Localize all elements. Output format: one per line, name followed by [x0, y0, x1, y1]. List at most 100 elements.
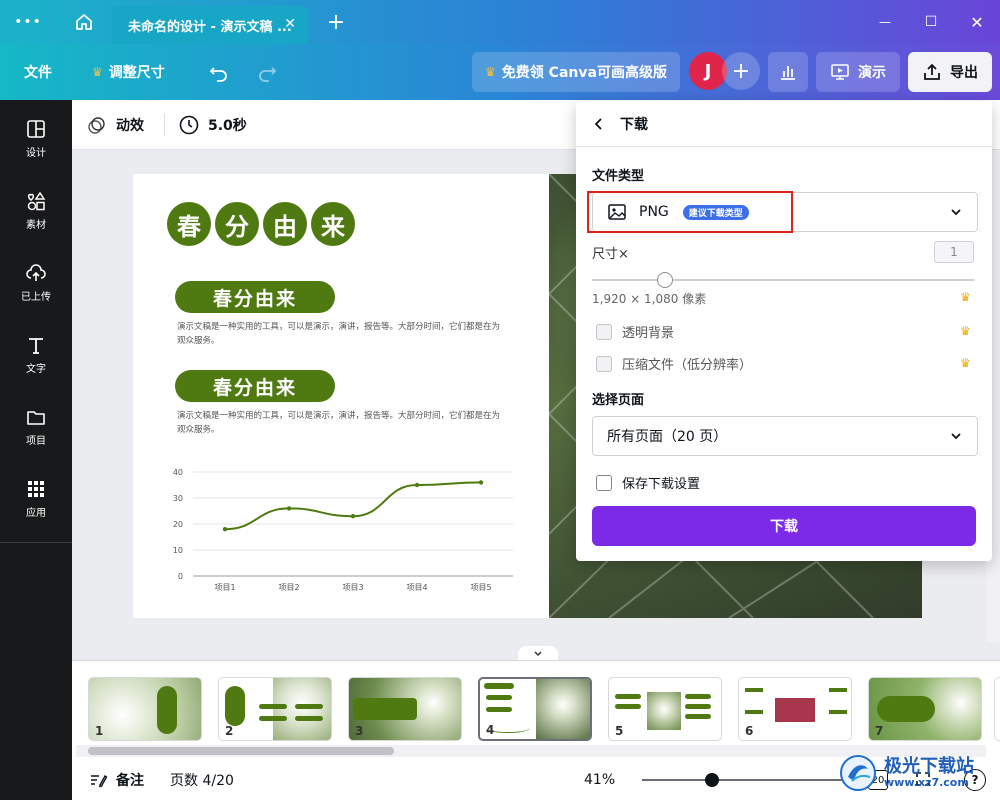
- document-tab[interactable]: 未命名的设计 - 演示文稿 ... ✕: [112, 6, 308, 44]
- close-window-button[interactable]: ✕: [954, 0, 1000, 44]
- data-point: [350, 514, 356, 519]
- sidebar-item-design[interactable]: 设计: [0, 108, 72, 168]
- resize-label: 调整尺寸: [108, 65, 165, 81]
- file-menu[interactable]: 文件: [24, 44, 52, 100]
- save-settings-option[interactable]: 保存下载设置: [596, 473, 700, 492]
- premium-trial-button[interactable]: ♛ 免费领 Canva可画高级版: [472, 52, 680, 92]
- redo-icon: [259, 67, 277, 82]
- y-tick-label: 0: [178, 572, 183, 581]
- redo-button[interactable]: [256, 44, 278, 100]
- pages-value: 所有页面（20 页）: [607, 429, 728, 445]
- crown-icon: ♛: [960, 324, 971, 338]
- present-button[interactable]: 演示: [816, 52, 900, 92]
- chevron-left-icon[interactable]: [592, 117, 606, 131]
- section-text-1[interactable]: 演示文稿是一种实用的工具，可以是演示，演讲，报告等。大部分时间，它们都是在为观众…: [177, 320, 507, 348]
- title-char: 分: [215, 202, 259, 246]
- duration-label: 5.0秒: [208, 118, 247, 134]
- thumbnail-number: 5: [615, 724, 624, 738]
- tab-close-icon[interactable]: ✕: [284, 16, 296, 32]
- duration-button[interactable]: 5.0秒: [178, 100, 247, 150]
- section-heading-1[interactable]: 春分由来: [175, 281, 335, 313]
- notes-icon: [91, 774, 108, 788]
- layout-icon: [27, 119, 45, 138]
- transparent-bg-checkbox[interactable]: [596, 323, 612, 340]
- zoom-level[interactable]: 41%: [584, 760, 615, 800]
- crown-icon: ♛: [960, 356, 971, 370]
- maximize-button[interactable]: ☐: [908, 0, 954, 44]
- select-pages-label: 选择页面: [592, 393, 645, 408]
- file-type-label: 文件类型: [592, 169, 645, 184]
- scrollbar-thumb[interactable]: [88, 747, 394, 755]
- minimize-button[interactable]: —: [862, 0, 908, 44]
- slide-title[interactable]: 春 分 由 来: [167, 202, 355, 246]
- present-icon: [831, 64, 849, 80]
- highlight-box: [587, 191, 793, 233]
- transparent-bg-label: 透明背景: [622, 326, 675, 341]
- page-thumbnail[interactable]: 7: [868, 677, 982, 741]
- page-thumbnail-partial[interactable]: [994, 677, 1000, 741]
- sidebar-item-projects[interactable]: 项目: [0, 396, 72, 456]
- data-point: [414, 482, 420, 488]
- x-tick-label: 项目2: [278, 583, 299, 592]
- compress-label: 压缩文件（低分辨率）: [622, 358, 753, 373]
- y-tick-label: 30: [173, 494, 183, 503]
- zoom-slider-thumb[interactable]: [705, 773, 720, 787]
- download-button[interactable]: 下载: [592, 506, 976, 546]
- undo-icon: [209, 67, 227, 82]
- compress-checkbox[interactable]: [596, 355, 612, 372]
- crown-icon: ♛: [960, 290, 971, 304]
- y-tick-label: 10: [173, 546, 183, 555]
- line-chart[interactable]: 0 10 20 30 40 项目1 项目2 项目3 项目4 项目5: [163, 464, 523, 594]
- bar-chart-icon: [781, 66, 795, 80]
- section-text-2[interactable]: 演示文稿是一种实用的工具，可以是演示，演讲，报告等。大部分时间，它们都是在为观众…: [177, 409, 507, 437]
- save-settings-checkbox[interactable]: [596, 474, 612, 491]
- add-collaborator-button[interactable]: +: [722, 52, 760, 90]
- size-multiplier-input[interactable]: 1: [934, 241, 974, 263]
- tab-title: 未命名的设计 - 演示文稿 ...: [128, 19, 292, 35]
- export-label: 导出: [950, 65, 978, 81]
- animate-button[interactable]: 动效: [86, 100, 144, 150]
- page-thumbnail[interactable]: 1: [88, 677, 202, 741]
- size-slider-thumb[interactable]: [656, 272, 673, 288]
- chevron-down-icon: [951, 209, 961, 216]
- app-menu-button[interactable]: •••: [8, 0, 48, 44]
- pages-select[interactable]: 所有页面（20 页）: [592, 416, 978, 456]
- data-point: [222, 527, 228, 532]
- thumbnail-number: 6: [745, 724, 754, 738]
- page-thumbnail[interactable]: 3: [348, 677, 462, 741]
- size-slider-track[interactable]: [592, 279, 974, 281]
- left-sidebar: 设计 素材 已上传 文字 项目 应用: [0, 100, 72, 800]
- export-button[interactable]: 导出: [908, 52, 992, 92]
- thumbnail-number: 7: [875, 724, 884, 738]
- y-tick-label: 20: [173, 520, 183, 529]
- sidebar-item-text[interactable]: 文字: [0, 324, 72, 384]
- resize-button[interactable]: ♛ 调整尺寸: [92, 44, 165, 100]
- page-thumbnail[interactable]: 2: [218, 677, 332, 741]
- zoom-slider-track[interactable]: [642, 779, 862, 781]
- watermark-logo-icon: [840, 755, 876, 791]
- page-thumbnail[interactable]: 6: [738, 677, 852, 741]
- present-label: 演示: [858, 65, 886, 81]
- undo-button[interactable]: [208, 44, 230, 100]
- transparent-bg-option[interactable]: 透明背景: [596, 322, 674, 341]
- x-tick-label: 项目4: [406, 583, 427, 592]
- page-thumbnail[interactable]: 5: [608, 677, 722, 741]
- sidebar-item-apps[interactable]: 应用: [0, 468, 72, 528]
- page-thumbnail-selected[interactable]: 4: [478, 677, 592, 741]
- watermark-name: 极光下载站: [884, 756, 974, 778]
- sidebar-item-elements[interactable]: 素材: [0, 180, 72, 240]
- sidebar-item-label: 素材: [26, 219, 46, 231]
- new-tab-button[interactable]: +: [318, 0, 354, 44]
- section-heading-2[interactable]: 春分由来: [175, 370, 335, 402]
- animation-icon: [88, 117, 105, 134]
- y-tick-label: 40: [173, 468, 183, 477]
- compress-option[interactable]: 压缩文件（低分辨率）: [596, 354, 752, 373]
- download-panel-title: 下载: [620, 116, 648, 133]
- thumbnail-number: 2: [225, 724, 234, 738]
- notes-button[interactable]: 备注: [88, 760, 144, 800]
- sidebar-item-uploads[interactable]: 已上传: [0, 252, 72, 312]
- insights-button[interactable]: [768, 52, 808, 92]
- thumbnail-number: 4: [486, 723, 495, 737]
- watermark-url: www.xz7.com: [884, 775, 969, 789]
- home-button[interactable]: [64, 0, 104, 44]
